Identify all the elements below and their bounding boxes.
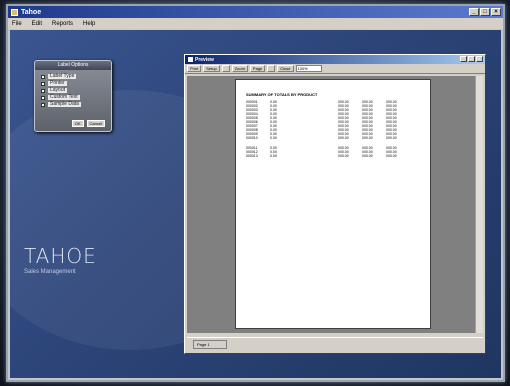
checkbox[interactable] xyxy=(41,88,45,93)
monitor-frame: Tahoe _ □ × File Edit Reports Help Label… xyxy=(6,4,505,382)
maximize-button[interactable]: □ xyxy=(480,8,490,16)
report-preview-window: Preview _ □ × Print Setup Zoom Page Clos… xyxy=(184,54,486,354)
app-title: Tahoe xyxy=(21,8,42,16)
checkbox[interactable] xyxy=(41,95,45,100)
report-cell: 000.00 xyxy=(338,136,349,140)
panel-header: Label Options xyxy=(35,61,111,70)
print-button[interactable]: Print xyxy=(187,65,202,72)
minimize-button[interactable]: _ xyxy=(469,8,479,16)
report-cell xyxy=(314,154,338,158)
ok-button[interactable]: OK xyxy=(71,120,84,127)
report-cell: 000.00 xyxy=(338,154,349,158)
preview-icon xyxy=(188,57,193,62)
page-indicator: Page 1 xyxy=(193,340,227,349)
toolbar-button[interactable] xyxy=(221,65,230,72)
menu-reports[interactable]: Reports xyxy=(52,21,73,27)
panel-item[interactable]: Printer xyxy=(41,80,105,87)
panel-item[interactable]: Layout xyxy=(41,87,105,94)
report-cell: 000.00 xyxy=(362,154,373,158)
preview-maximize-button[interactable]: □ xyxy=(468,56,475,62)
menu-help[interactable]: Help xyxy=(83,21,95,27)
close-button[interactable]: × xyxy=(491,8,501,16)
report-cell: 0.00 xyxy=(270,154,277,158)
report-cell: 000.00 xyxy=(386,136,397,140)
checkbox[interactable] xyxy=(41,81,45,86)
panel-item-label: Layout xyxy=(48,87,68,93)
app-title-bar: Tahoe _ □ × xyxy=(8,6,503,18)
toolbar-button[interactable] xyxy=(267,65,276,72)
panel-item-label: Label Type xyxy=(48,73,77,79)
report-page: SUMMARY OF TOTALS BY PRODUCT 000001 0.00 0… xyxy=(235,79,431,329)
menu-edit[interactable]: Edit xyxy=(32,21,42,27)
preview-window-controls: _ □ × xyxy=(460,56,483,62)
preview-title-bar: Preview _ □ × xyxy=(185,55,485,64)
close-preview-button[interactable]: Close xyxy=(277,65,294,72)
brand-logo: TAHOE xyxy=(24,244,97,268)
report-rows: 000001 0.00 000.00 000.00 000.00 000002 0.00 00… xyxy=(246,100,424,158)
preview-close-button[interactable]: × xyxy=(476,56,483,62)
report-cell: 000.00 xyxy=(386,154,397,158)
menu-bar: File Edit Reports Help xyxy=(8,18,503,29)
report-cell: 000013 xyxy=(246,154,258,158)
zoom-button[interactable]: Zoom xyxy=(231,65,248,72)
report-cell: 000.00 xyxy=(362,136,373,140)
report-row: 000013 0.00 000.00 000.00 000.00 xyxy=(246,154,424,158)
report-title: SUMMARY OF TOTALS BY PRODUCT xyxy=(246,92,318,97)
app-icon xyxy=(11,8,18,16)
preview-status-bar: Page 1 xyxy=(187,337,483,351)
menu-file[interactable]: File xyxy=(12,21,22,27)
panel-item[interactable]: Custom Text xyxy=(41,94,105,101)
panel-item-label: Printer xyxy=(48,80,67,86)
window-controls: _ □ × xyxy=(469,8,501,16)
panel-item[interactable]: Label Type xyxy=(41,73,105,80)
panel-item[interactable]: Sample Data xyxy=(41,101,105,108)
preview-canvas: SUMMARY OF TOTALS BY PRODUCT 000001 0.00 0… xyxy=(187,76,475,333)
vertical-scrollbar[interactable] xyxy=(475,76,483,333)
preview-toolbar: Print Setup Zoom Page Close 100% xyxy=(185,64,485,74)
setup-button[interactable]: Setup xyxy=(203,65,220,72)
checkbox[interactable] xyxy=(41,74,45,79)
report-cell: 0.00 xyxy=(270,136,277,140)
label-options-panel: Label Options Label Type Printer Layout … xyxy=(34,60,112,132)
panel-item-label: Custom Text xyxy=(48,94,80,100)
page-button[interactable]: Page xyxy=(249,65,266,72)
zoom-select[interactable]: 100% xyxy=(295,65,322,72)
desktop: Label Options Label Type Printer Layout … xyxy=(10,30,501,378)
panel-list: Label Type Printer Layout Custom Text Sa… xyxy=(35,70,111,111)
brand-block: TAHOE Sales Management xyxy=(24,244,97,275)
brand-tagline: Sales Management xyxy=(24,269,76,275)
checkbox[interactable] xyxy=(41,102,45,107)
report-cell: 000010 xyxy=(246,136,258,140)
panel-item-label: Sample Data xyxy=(48,101,81,107)
preview-title: Preview xyxy=(195,56,214,63)
report-cell xyxy=(314,136,338,140)
cancel-button[interactable]: Cancel xyxy=(86,120,105,127)
preview-minimize-button[interactable]: _ xyxy=(460,56,467,62)
panel-footer: OK Cancel xyxy=(71,120,105,127)
